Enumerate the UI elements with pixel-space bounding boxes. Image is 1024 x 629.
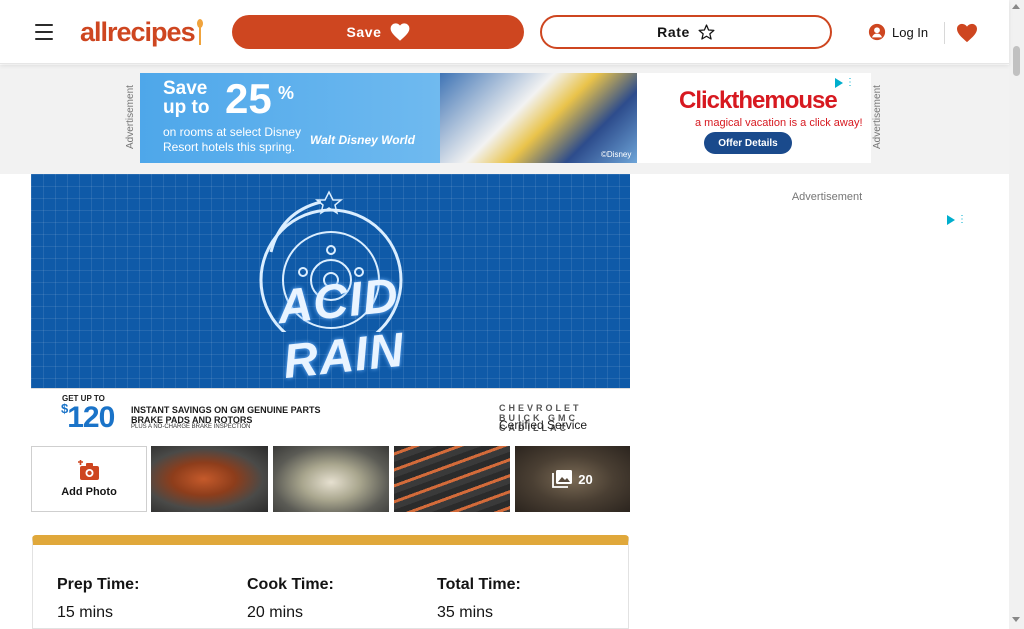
login-label: Log In <box>892 24 929 40</box>
add-photo-button[interactable]: Add Photo <box>31 446 147 512</box>
disney-banner-ad[interactable]: Save up to 25 % on rooms at select Disne… <box>140 73 871 163</box>
adchoices-icon[interactable]: ⋮ <box>835 77 855 89</box>
star-outline-icon <box>698 24 715 40</box>
saved-recipes-heart-icon[interactable] <box>955 20 979 46</box>
scroll-down-arrow-icon[interactable] <box>1012 617 1020 622</box>
banner-percent: 25 <box>225 75 272 122</box>
scroll-up-arrow-icon[interactable] <box>1012 4 1020 9</box>
heart-icon <box>390 23 409 41</box>
camera-add-icon <box>78 460 99 480</box>
recipe-video-thumbnail[interactable] <box>394 446 510 512</box>
user-avatar-icon <box>868 23 886 41</box>
side-ad[interactable]: ⋮ <box>677 210 977 629</box>
banner-right-tagline: a magical vacation is a click away! <box>695 117 863 129</box>
offer-details-button[interactable]: Offer Details <box>704 132 792 154</box>
login-link[interactable]: Log In <box>868 20 934 44</box>
hamburger-menu-icon[interactable] <box>31 19 57 45</box>
save-button[interactable]: Save <box>232 15 524 49</box>
banner-save-text: Save up to <box>163 78 210 118</box>
header-divider <box>944 22 945 44</box>
rate-button[interactable]: Rate <box>540 15 832 49</box>
prep-time-value: 15 mins <box>57 604 114 621</box>
banner-credit: ©Disney <box>601 150 632 159</box>
logo-wordmark: allrecipes <box>80 16 196 47</box>
prep-time-label: Prep Time: <box>57 576 140 593</box>
hero-video-ad[interactable]: ACID RAIN <box>31 174 630 388</box>
promo-amount: $120 <box>61 401 115 434</box>
cook-time: Cook Time: 20 mins <box>247 576 334 622</box>
banner-ad-right-panel: ⋮ Clickthemouse a magical vacation is a … <box>637 73 871 163</box>
promo-line-1: INSTANT SAVINGS ON GM GENUINE PARTS BRAK… <box>131 405 321 425</box>
site-header: allrecipes Save Rate Log In <box>0 0 1009 64</box>
adchoices-icon[interactable]: ⋮ <box>947 214 967 226</box>
side-ad-label: Advertisement <box>791 191 863 203</box>
banner-ad-left-panel: Save up to 25 % on rooms at select Disne… <box>140 73 637 163</box>
rate-button-label: Rate <box>657 24 690 40</box>
banner-percent-sign: % <box>278 83 295 103</box>
recipe-photo-thumbnail[interactable] <box>151 446 268 512</box>
add-photo-label: Add Photo <box>61 486 117 498</box>
recipe-details-card: Prep Time: 15 mins Cook Time: 20 mins To… <box>32 535 629 629</box>
total-time: Total Time: 35 mins <box>437 576 521 622</box>
promo-certified-service: Certified Service <box>499 418 588 432</box>
cook-time-label: Cook Time: <box>247 576 334 593</box>
site-logo[interactable]: allrecipes <box>80 15 210 49</box>
ad-label-left: Advertisement <box>125 85 136 150</box>
prep-time: Prep Time: 15 mins <box>57 576 139 622</box>
cook-time-value: 20 mins <box>247 604 304 621</box>
page-scrollbar[interactable] <box>1009 0 1024 629</box>
banner-right-brand: Clickthemouse <box>679 87 838 114</box>
scrollbar-thumb[interactable] <box>1013 46 1020 76</box>
spoon-icon <box>196 19 203 45</box>
total-time-label: Total Time: <box>437 576 521 593</box>
photo-gallery-icon <box>552 470 573 488</box>
banner-description: on rooms at select Disney Resort hotels … <box>163 125 302 154</box>
photo-count: 20 <box>578 471 593 487</box>
more-photos-button[interactable]: 20 <box>515 446 630 512</box>
gm-promo-strip[interactable]: GET UP TO $120 INSTANT SAVINGS ON GM GEN… <box>31 388 630 441</box>
ad-label-right: Advertisement <box>872 85 883 150</box>
banner-brand: Walt Disney World <box>310 133 415 147</box>
hero-title: ACID RAIN <box>275 268 407 388</box>
promo-line-3: PLUS A NO-CHARGE BRAKE INSPECTION <box>131 424 251 430</box>
recipe-photo-thumbnail[interactable] <box>273 446 389 512</box>
save-button-label: Save <box>346 24 382 40</box>
total-time-value: 35 mins <box>437 604 494 621</box>
